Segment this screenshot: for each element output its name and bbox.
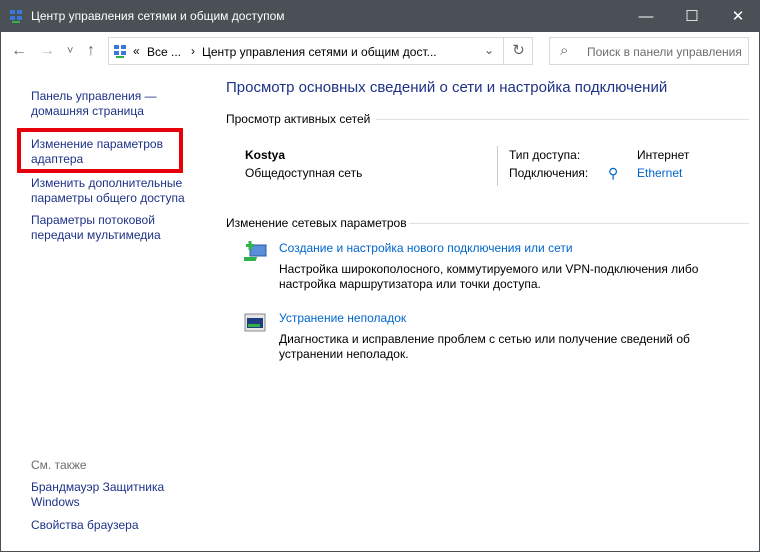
window-title: Центр управления сетями и общим доступом (31, 9, 285, 23)
search-icon: ⌕ (560, 42, 569, 59)
recent-locations-button[interactable]: ˅ (67, 45, 73, 57)
page-title: Просмотр основных сведений о сети и наст… (226, 79, 668, 96)
troubleshoot-icon (244, 313, 266, 332)
breadcrumb-separator[interactable]: › (191, 44, 195, 58)
divider (409, 223, 749, 224)
change-settings-heading: Изменение сетевых параметров (226, 216, 407, 230)
troubleshoot-link[interactable]: Устранение неполадок (279, 311, 406, 325)
task-description: устранении неполадок. (279, 347, 409, 361)
ethernet-icon: ⚲ (608, 165, 619, 181)
sidebar-item-media-streaming[interactable]: Параметры потоковой передачи мультимедиа (31, 213, 161, 243)
label: Параметры потоковой (31, 213, 155, 227)
label: Изменить дополнительные (31, 176, 183, 190)
address-dropdown-button[interactable]: ⌄ (484, 43, 494, 57)
ethernet-link[interactable]: Ethernet (637, 166, 682, 180)
network-center-icon (10, 10, 22, 23)
search-placeholder: Поиск в панели управления (587, 45, 742, 59)
breadcrumb-all[interactable]: Все ... (147, 45, 181, 59)
label: домашняя страница (31, 104, 144, 118)
back-button[interactable]: ← (11, 42, 27, 60)
minimize-button[interactable]: — (623, 1, 669, 32)
access-type-label: Тип доступа: (509, 148, 581, 162)
breadcrumb-current[interactable]: Центр управления сетями и общим дост... (202, 45, 437, 59)
see-also-firewall[interactable]: Брандмауэр Защитника Windows (31, 480, 164, 510)
divider (497, 146, 498, 186)
task-description: Диагностика и исправление проблем с сеть… (279, 332, 690, 346)
up-button[interactable]: ↑ (87, 42, 95, 60)
sidebar-item-home[interactable]: Панель управления — домашняя страница (31, 89, 157, 119)
active-networks-heading: Просмотр активных сетей (226, 112, 371, 126)
title-bar: Центр управления сетями и общим доступом… (1, 1, 760, 32)
new-connection-icon (244, 241, 267, 261)
search-input[interactable]: ⌕ Поиск в панели управления (549, 37, 749, 65)
breadcrumb-overflow[interactable]: « (133, 44, 140, 58)
see-also-heading: См. также (31, 458, 87, 472)
label: параметры общего доступа (31, 191, 185, 205)
label: передачи мультимедиа (31, 228, 161, 242)
close-button[interactable]: ✕ (715, 1, 760, 32)
task-description: Настройка широкополосного, коммутируемог… (279, 262, 699, 276)
highlight-box (17, 128, 183, 173)
label: Windows (31, 495, 80, 509)
access-type-value: Интернет (637, 148, 690, 162)
divider (376, 119, 749, 120)
sidebar-item-sharing-settings[interactable]: Изменить дополнительные параметры общего … (31, 176, 185, 206)
forward-button[interactable]: → (39, 42, 55, 60)
address-bar[interactable]: « Все ... › Центр управления сетями и об… (108, 37, 533, 65)
refresh-button[interactable]: ↻ (503, 38, 533, 64)
network-name: Kostya (245, 148, 286, 162)
label: Панель управления — (31, 89, 157, 103)
network-center-icon (114, 45, 126, 58)
maximize-button[interactable]: ☐ (669, 1, 715, 32)
task-description: настройка маршрутизатора или точки досту… (279, 277, 541, 291)
network-type: Общедоступная сеть (245, 166, 363, 180)
see-also-browser-properties[interactable]: Свойства браузера (31, 518, 139, 533)
label: Брандмауэр Защитника (31, 480, 165, 494)
connections-label: Подключения: (509, 166, 589, 180)
new-connection-link[interactable]: Создание и настройка нового подключения … (279, 241, 573, 255)
